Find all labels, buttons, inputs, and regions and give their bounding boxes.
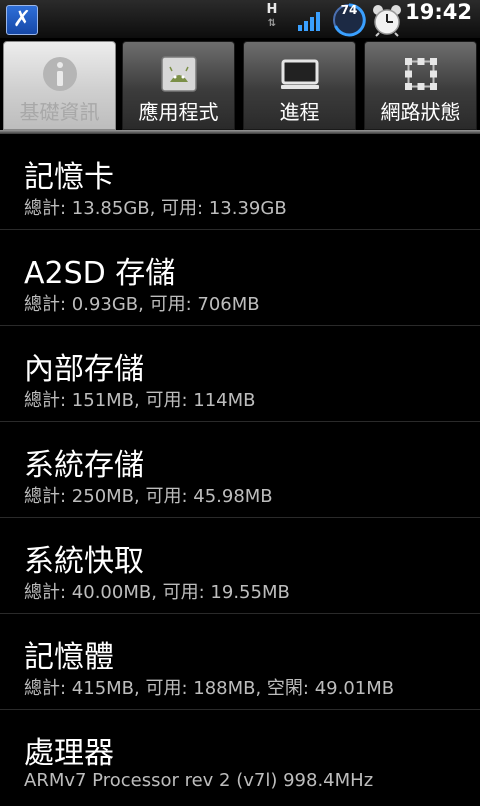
list-item-system-storage[interactable]: 系統存儲 總計: 250MB, 可用: 45.98MB [0, 422, 480, 518]
list-item-title: A2SD 存儲 [24, 256, 176, 291]
network-grid-icon [404, 58, 437, 90]
android-app-icon [160, 56, 197, 92]
list-item-detail: 總計: 415MB, 可用: 188MB, 空閑: 49.01MB [24, 678, 395, 699]
tab-applications[interactable]: 應用程式 [122, 41, 235, 130]
list-item-title: 記憶體 [24, 640, 114, 675]
tab-basic-info[interactable]: 基礎資訊 [3, 41, 116, 130]
monitor-icon [280, 59, 319, 89]
tab-processes[interactable]: 進程 [243, 41, 356, 130]
tab-bar: 基礎資訊 應用程式 進程 網路狀態 [0, 38, 480, 130]
list-item-sd-card[interactable]: 記憶卡 總計: 13.85GB, 可用: 13.39GB [0, 134, 480, 230]
list-item-detail: 總計: 151MB, 可用: 114MB [24, 390, 256, 411]
tab-applications-label: 應用程式 [138, 100, 219, 124]
list-item-title: 系統存儲 [24, 448, 144, 483]
list-item-title: 處理器 [24, 736, 114, 771]
list-item-a2sd-storage[interactable]: A2SD 存儲 總計: 0.93GB, 可用: 706MB [0, 230, 480, 326]
signal-strength-icon [298, 12, 320, 31]
list-item-detail: 總計: 13.85GB, 可用: 13.39GB [24, 198, 287, 219]
tab-network-status-label: 網路狀態 [380, 100, 461, 124]
app-notification-icon[interactable]: ✗ [6, 5, 38, 35]
list-item-title: 系統快取 [24, 544, 144, 579]
list-item-detail: 總計: 0.93GB, 可用: 706MB [24, 294, 260, 315]
list-item-detail: 總計: 40.00MB, 可用: 19.55MB [24, 582, 290, 603]
network-type-label: H [266, 2, 278, 17]
tab-network-status[interactable]: 網路狀態 [364, 41, 477, 130]
list-item-title: 記憶卡 [24, 160, 114, 195]
network-type-indicator: H ⇅ [262, 3, 282, 35]
list-item-memory[interactable]: 記憶體 總計: 415MB, 可用: 188MB, 空閑: 49.01MB [0, 614, 480, 710]
data-activity-icon: ⇅ [267, 18, 277, 29]
status-bar: ✗ H ⇅ 74 19:42 [0, 0, 480, 39]
list-item-detail: ARMv7 Processor rev 2 (v7l) 998.4MHz [24, 770, 374, 791]
list-item-processor[interactable]: 處理器 ARMv7 Processor rev 2 (v7l) 998.4MHz [0, 710, 480, 806]
info-list: 記憶卡 總計: 13.85GB, 可用: 13.39GB A2SD 存儲 總計:… [0, 134, 480, 806]
tab-basic-info-label: 基礎資訊 [19, 100, 100, 124]
list-item-system-cache[interactable]: 系統快取 總計: 40.00MB, 可用: 19.55MB [0, 518, 480, 614]
battery-level: 74 [340, 3, 358, 17]
list-item-internal-storage[interactable]: 內部存儲 總計: 151MB, 可用: 114MB [0, 326, 480, 422]
list-item-title: 內部存儲 [24, 352, 144, 387]
status-time: 19:42 [405, 0, 472, 24]
alarm-clock-icon [373, 5, 401, 37]
info-icon [42, 57, 77, 91]
tab-processes-label: 進程 [279, 100, 320, 124]
list-item-detail: 總計: 250MB, 可用: 45.98MB [24, 486, 273, 507]
